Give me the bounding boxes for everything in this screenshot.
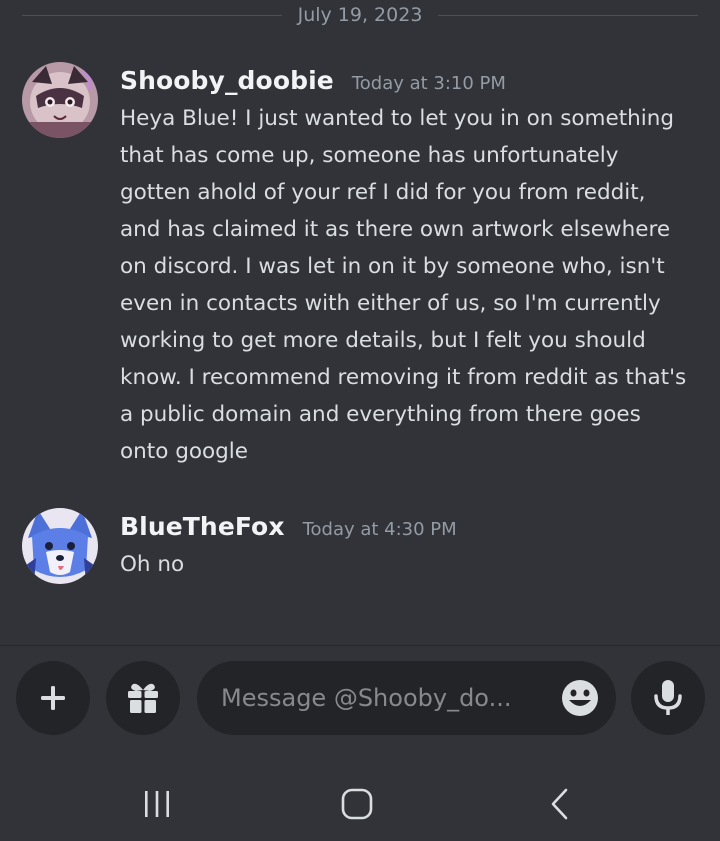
system-navigation-bar bbox=[0, 756, 720, 841]
message-item[interactable]: Shooby_doobie Today at 3:10 PM Heya Blue… bbox=[22, 62, 702, 470]
gift-icon bbox=[128, 683, 158, 713]
gift-button[interactable] bbox=[106, 661, 180, 735]
message-body: Shooby_doobie Today at 3:10 PM Heya Blue… bbox=[120, 62, 702, 470]
message-body: BlueTheFox Today at 4:30 PM Oh no bbox=[120, 508, 702, 584]
emoji-icon bbox=[562, 680, 598, 716]
message-header: BlueTheFox Today at 4:30 PM bbox=[120, 508, 702, 550]
message-item[interactable]: BlueTheFox Today at 4:30 PM Oh no bbox=[22, 508, 702, 584]
home-button[interactable] bbox=[327, 774, 387, 834]
emoji-button[interactable] bbox=[560, 678, 600, 718]
timestamp: Today at 3:10 PM bbox=[351, 73, 506, 94]
divider-line-left bbox=[22, 14, 282, 16]
blue-fox-character-avatar-icon bbox=[22, 508, 98, 584]
dm-chat-screen: July 19, 2023 Shooby_doobie Today at 3:1… bbox=[0, 0, 720, 841]
username[interactable]: BlueTheFox bbox=[120, 512, 285, 541]
plus-icon bbox=[41, 686, 65, 710]
back-button[interactable] bbox=[530, 774, 590, 834]
message-composer bbox=[0, 646, 720, 756]
message-text: Heya Blue! I just wanted to let you in o… bbox=[120, 106, 687, 464]
voice-message-button[interactable] bbox=[631, 661, 705, 735]
back-icon bbox=[551, 788, 568, 820]
message-header: Shooby_doobie Today at 3:10 PM bbox=[120, 62, 702, 104]
timestamp: Today at 4:30 PM bbox=[302, 519, 457, 540]
avatar[interactable] bbox=[22, 62, 98, 138]
message-input[interactable] bbox=[221, 684, 560, 712]
avatar[interactable] bbox=[22, 508, 98, 584]
date-label: July 19, 2023 bbox=[297, 4, 423, 26]
username[interactable]: Shooby_doobie bbox=[120, 66, 334, 95]
date-divider: July 19, 2023 bbox=[22, 0, 699, 30]
add-attachment-button[interactable] bbox=[16, 661, 90, 735]
home-icon bbox=[341, 788, 373, 820]
recents-icon bbox=[145, 791, 169, 817]
message-input-container[interactable] bbox=[197, 661, 616, 735]
recents-button[interactable] bbox=[127, 774, 187, 834]
message-text: Oh no bbox=[120, 552, 185, 577]
raccoon-character-avatar-icon bbox=[22, 62, 98, 138]
divider-line-right bbox=[438, 14, 699, 16]
microphone-icon bbox=[654, 680, 682, 715]
